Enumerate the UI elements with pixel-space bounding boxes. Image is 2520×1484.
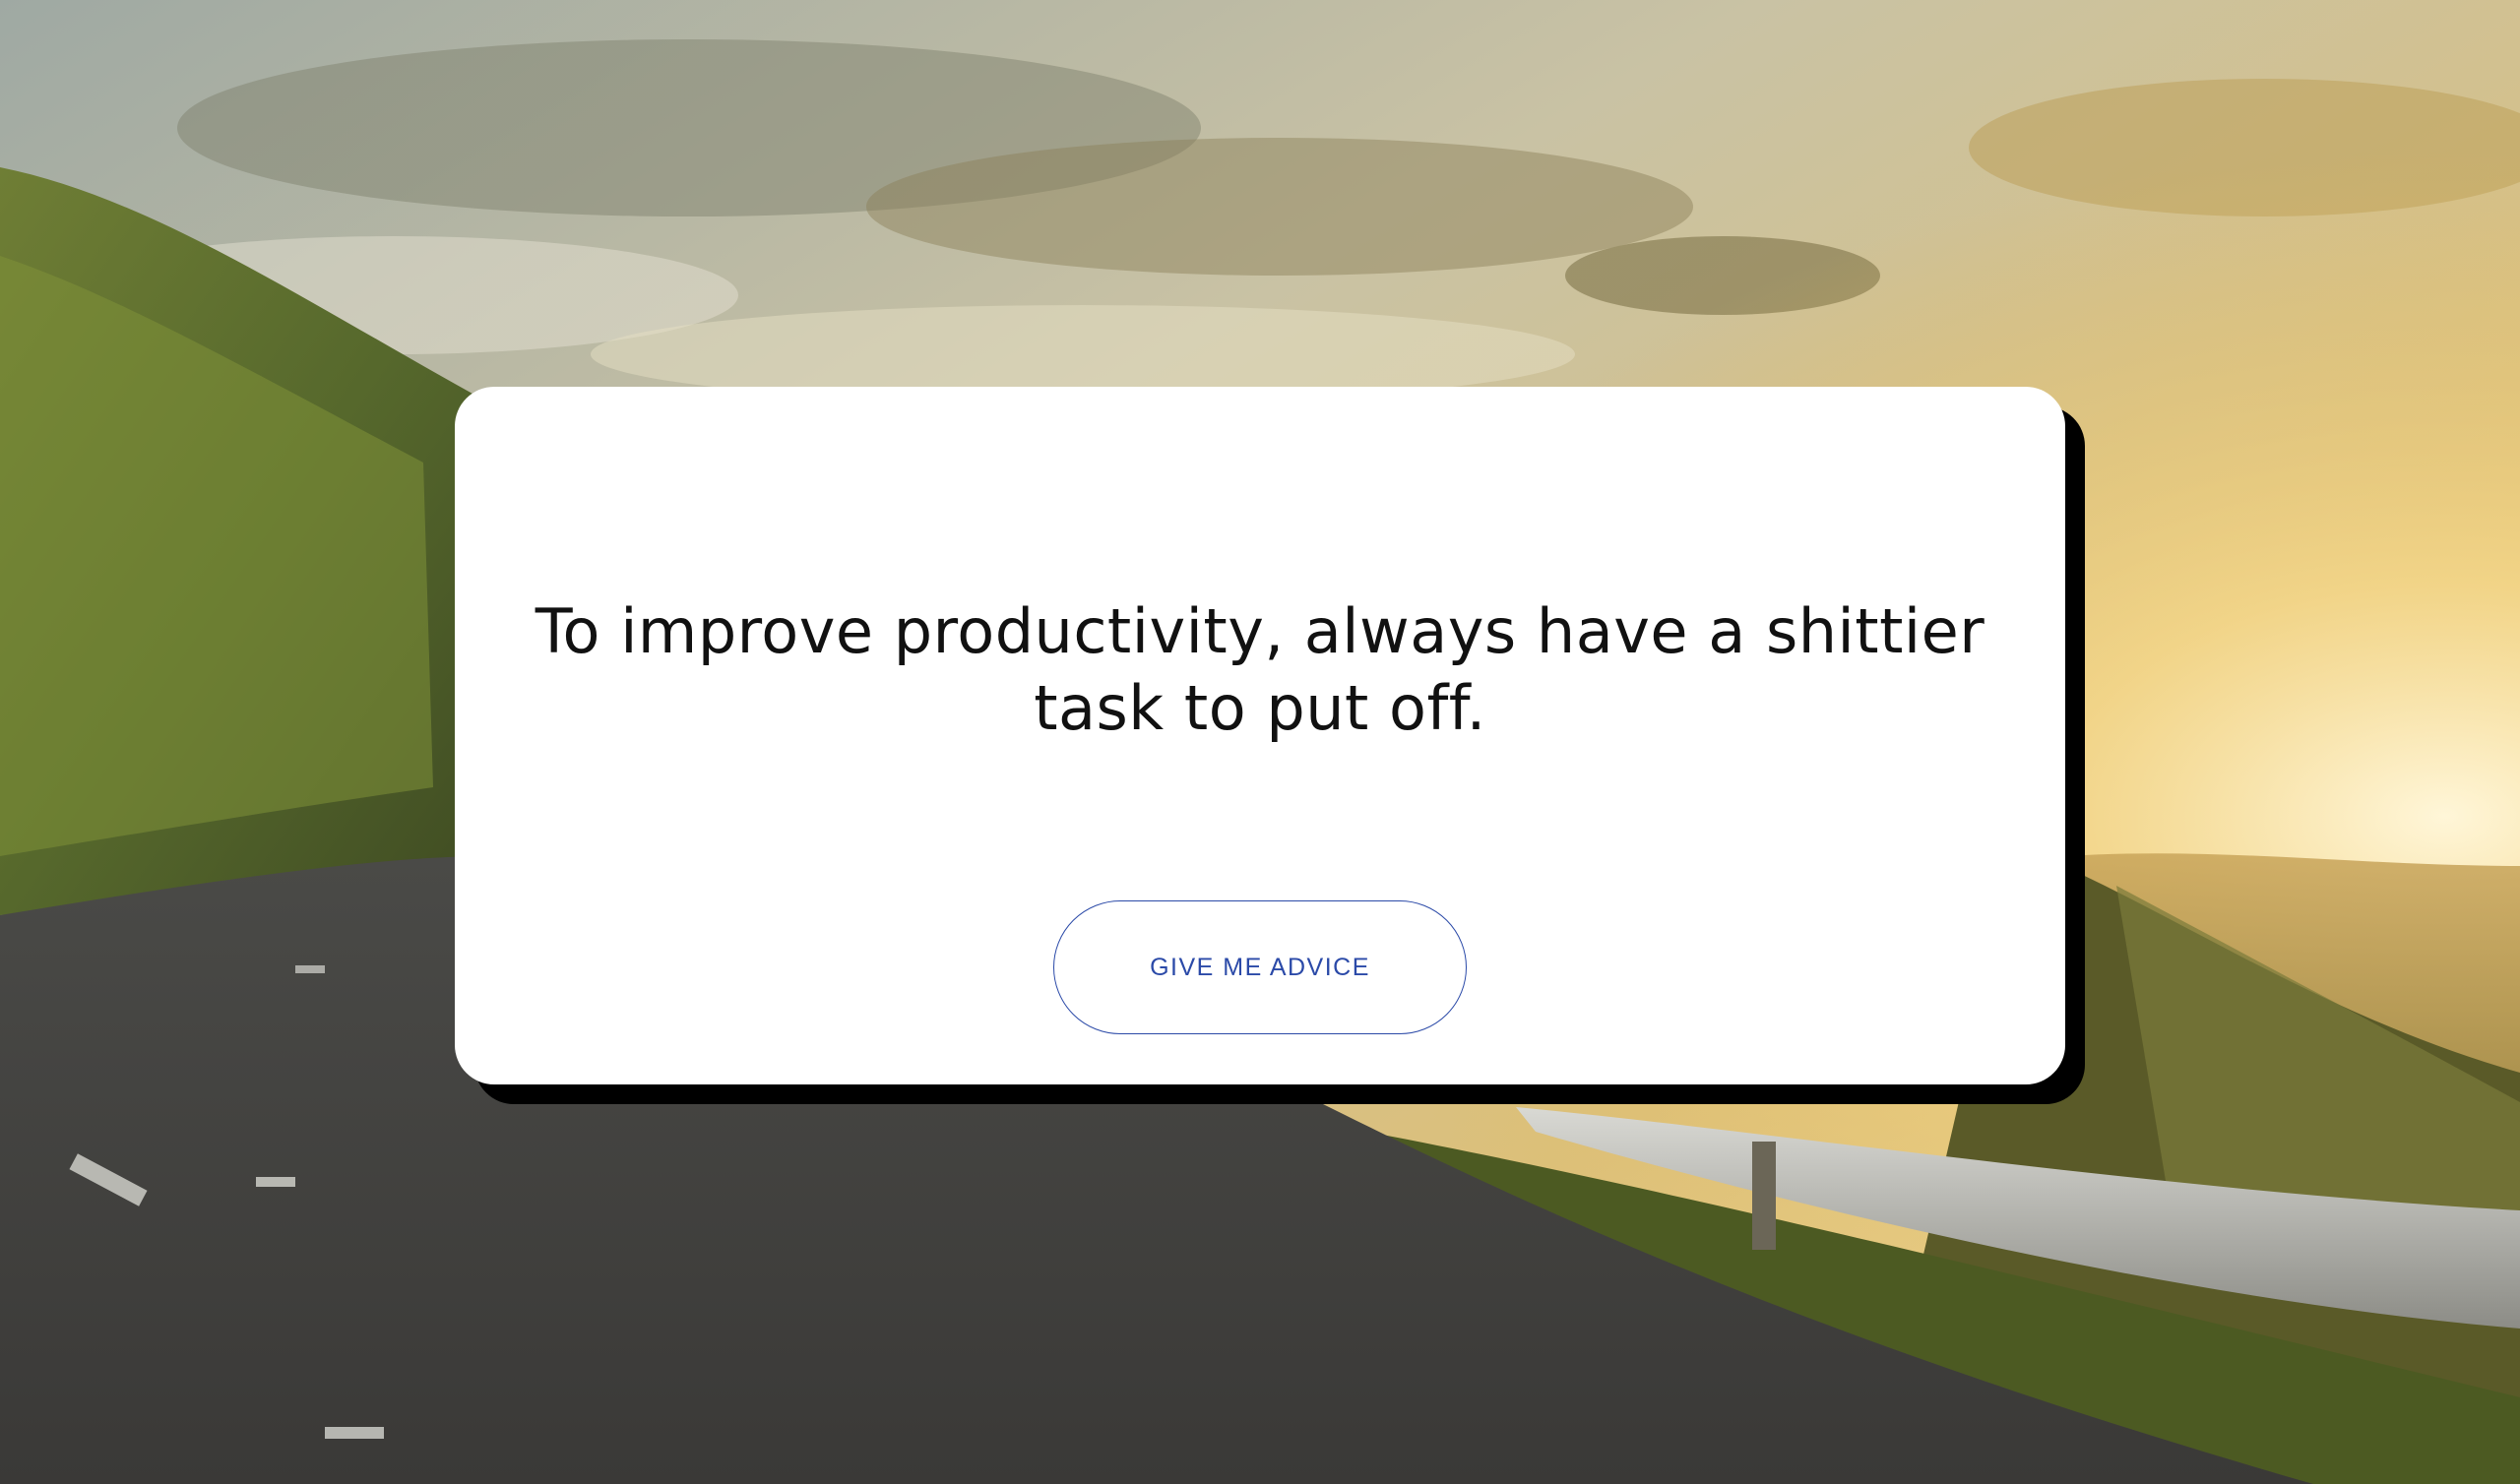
advice-text: To improve productivity, always have a s… [535,595,1985,744]
advice-card: To improve productivity, always have a s… [455,387,2065,1084]
page: To improve productivity, always have a s… [0,0,2520,1484]
give-me-advice-button[interactable]: GIVE ME ADVICE [1053,900,1467,1034]
